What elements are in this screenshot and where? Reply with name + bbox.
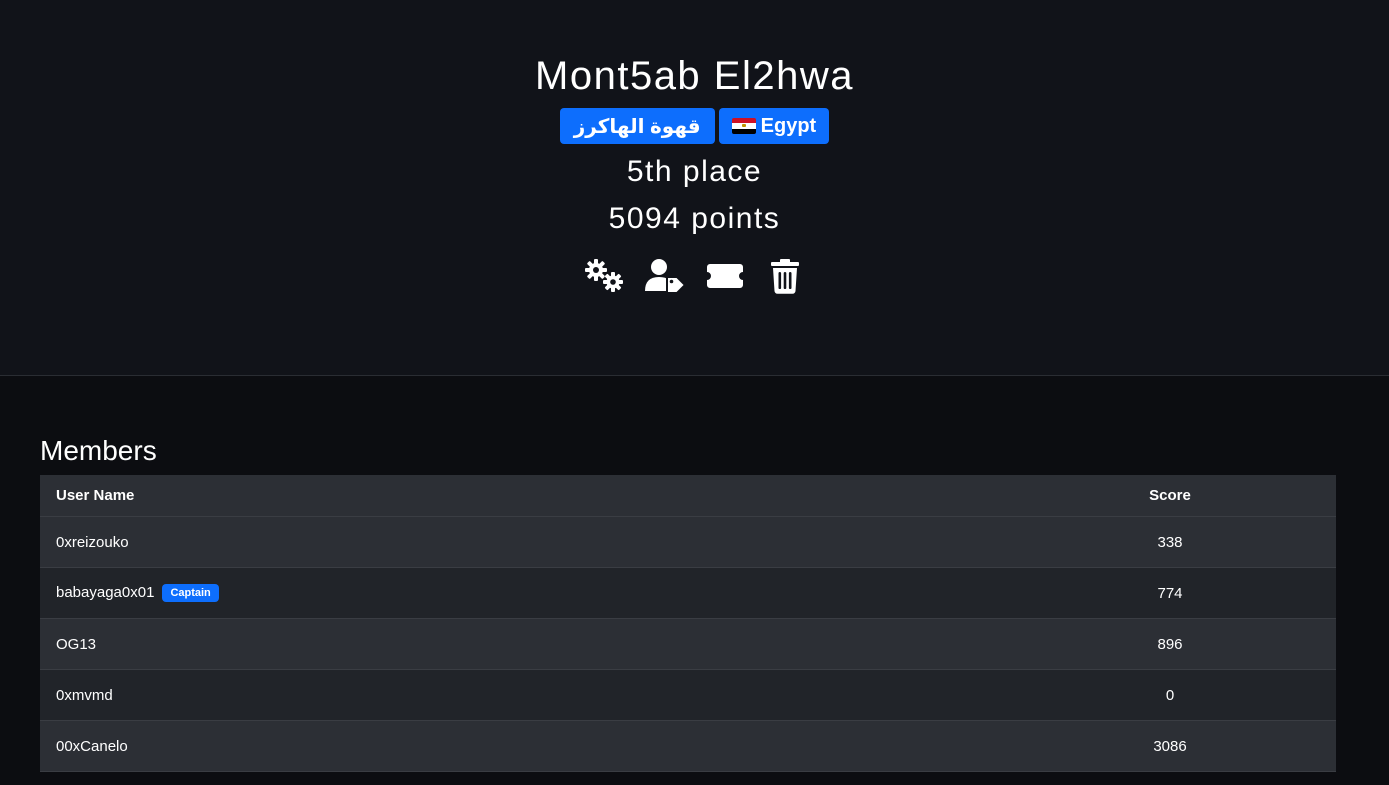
country-label: Egypt: [760, 114, 817, 137]
team-name: Mont5ab El2hwa: [535, 54, 854, 98]
member-name-link[interactable]: babayaga0x01: [56, 584, 154, 601]
member-name-link[interactable]: 0xmvmd: [56, 687, 113, 704]
ticket-button[interactable]: [703, 258, 747, 294]
member-score: 3086: [1004, 720, 1336, 772]
members-section: Members User Name Score 0xreizouko 338 b…: [40, 433, 1336, 772]
member-name[interactable]: 0xreizouko: [40, 516, 1004, 568]
settings-button[interactable]: [583, 258, 627, 294]
delete-button[interactable]: [763, 258, 807, 294]
member-score: 896: [1004, 618, 1336, 670]
member-name[interactable]: OG13: [40, 618, 1004, 670]
trash-icon: [770, 259, 799, 294]
table-row: 0xmvmd 0: [40, 669, 1336, 721]
team-badges: قهوة الهاكرز Egypt: [0, 108, 1389, 144]
user-tag-button[interactable]: [643, 258, 687, 294]
members-title: Members: [40, 435, 157, 466]
ticket-icon: [706, 264, 743, 288]
member-score: 338: [1004, 516, 1336, 568]
member-name-link[interactable]: 00xCanelo: [56, 738, 128, 755]
member-name[interactable]: 0xmvmd: [40, 669, 1004, 721]
member-name-link[interactable]: 0xreizouko: [56, 534, 129, 551]
member-score: 0: [1004, 669, 1336, 721]
table-row: 0xreizouko 338: [40, 516, 1336, 568]
country-badge: Egypt: [718, 108, 830, 144]
member-name-link[interactable]: OG13: [56, 636, 96, 653]
table-row: OG13 896: [40, 618, 1336, 670]
team-actions: [0, 258, 1389, 294]
member-name[interactable]: 00xCanelo: [40, 720, 1004, 772]
team-header: Mont5ab El2hwa قهوة الهاكرز Egypt 5th pl…: [0, 0, 1389, 376]
team-place: 5th place: [626, 155, 763, 188]
members-table: User Name Score 0xreizouko 338 babayaga0…: [40, 475, 1336, 772]
member-score: 774: [1004, 567, 1336, 619]
table-row: babayaga0x01 Captain 774: [40, 567, 1336, 619]
team-points: 5094 points: [608, 202, 781, 235]
egypt-flag-icon: [731, 118, 756, 134]
member-name[interactable]: babayaga0x01 Captain: [40, 567, 1004, 619]
affiliation-badge: قهوة الهاكرز: [559, 108, 715, 144]
column-user-name: User Name: [40, 475, 1004, 517]
table-header-row: User Name Score: [40, 475, 1336, 517]
captain-badge: Captain: [162, 584, 219, 603]
user-tag-icon: [644, 259, 686, 294]
table-row: 00xCanelo 3086: [40, 720, 1336, 772]
column-score: Score: [1004, 475, 1336, 517]
gears-icon: [584, 259, 623, 292]
